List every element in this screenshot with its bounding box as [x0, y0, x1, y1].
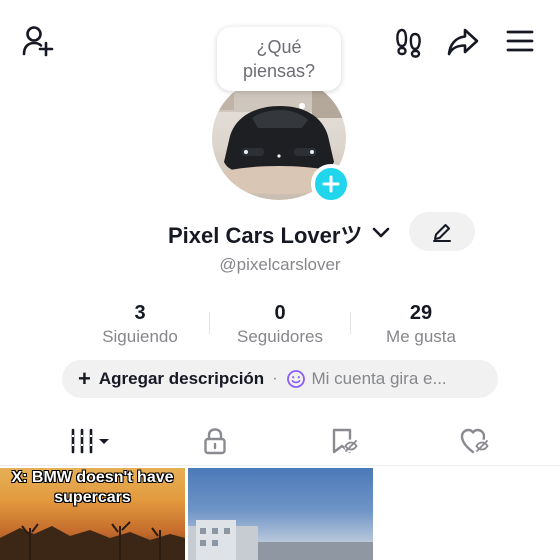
stat-following[interactable]: 3 Siguiendo: [70, 300, 210, 348]
stat-value: 3: [134, 302, 146, 324]
chevron-down-icon[interactable]: [371, 226, 391, 245]
profile-tabs: [0, 418, 560, 466]
display-name[interactable]: Pixel Cars Loverツ: [168, 218, 362, 250]
stat-followers[interactable]: 0 Seguidores: [210, 300, 350, 348]
stat-label: Seguidores: [236, 327, 323, 346]
add-description-label: Agregar descripción: [98, 369, 265, 388]
thought-bubble-text: ¿Qué piensas?: [242, 37, 316, 81]
add-description-button[interactable]: + Agregar descripción · Mi cuenta gira e…: [62, 360, 498, 398]
profile-stats: 3 Siguiendo 0 Seguidores 29 Me gusta: [0, 300, 560, 350]
hamburger-menu-icon[interactable]: [505, 28, 535, 54]
stat-value: 29: [409, 302, 433, 324]
lock-icon: [204, 428, 226, 455]
grid-columns-icon: [71, 428, 109, 454]
stat-label: Siguiendo: [102, 327, 178, 346]
stat-value: 0: [274, 302, 286, 324]
tab-videos[interactable]: [20, 418, 160, 464]
tab-private[interactable]: [145, 418, 285, 464]
edit-profile-button[interactable]: [409, 212, 475, 251]
username-handle: @pixelcarslover: [219, 255, 341, 274]
person-add-icon[interactable]: [20, 24, 56, 58]
pencil-icon: [433, 223, 451, 242]
smile-icon: [286, 369, 306, 389]
video-grid: X: BMW doesn't have supercars: [0, 468, 560, 560]
separator-dot: ·: [272, 370, 278, 387]
tab-liked[interactable]: [405, 418, 545, 464]
video-thumbnail[interactable]: [188, 468, 373, 560]
tab-favorites[interactable]: [275, 418, 415, 464]
profile-name-row: Pixel Cars Loverツ: [0, 212, 560, 252]
footprints-icon[interactable]: [393, 26, 425, 58]
bookmark-hidden-icon: [332, 428, 358, 454]
stat-likes[interactable]: 29 Me gusta: [351, 300, 491, 348]
video-thumbnail[interactable]: X: BMW doesn't have supercars: [0, 468, 185, 560]
plus-icon: [322, 175, 340, 193]
plus-icon: +: [78, 366, 91, 391]
heart-hidden-icon: [460, 428, 489, 454]
share-icon[interactable]: [446, 26, 480, 58]
add-avatar-button[interactable]: [311, 164, 351, 204]
video-caption: X: BMW doesn't have supercars: [11, 469, 174, 506]
stat-label: Me gusta: [386, 327, 456, 346]
thought-bubble[interactable]: ¿Qué piensas?: [217, 27, 341, 91]
bio-preview: Mi cuenta gira e...: [311, 369, 447, 388]
